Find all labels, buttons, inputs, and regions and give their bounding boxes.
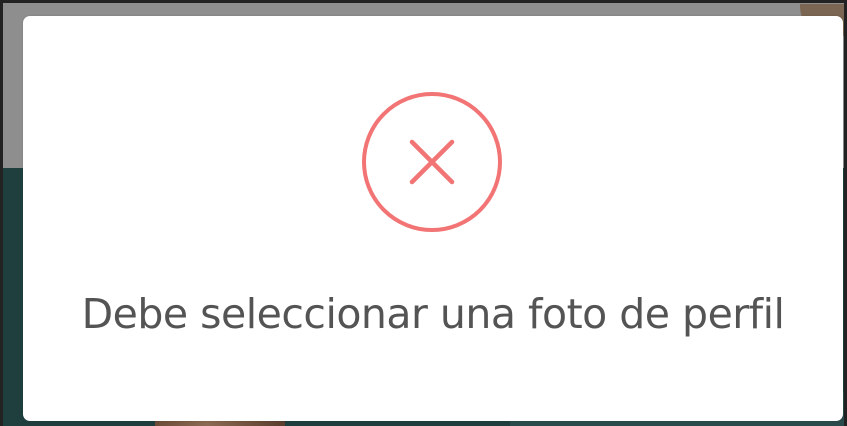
error-dialog: Debe seleccionar una foto de perfil <box>23 16 843 421</box>
error-x-circle-icon <box>362 92 502 232</box>
x-mark-icon <box>409 139 455 185</box>
error-message: Debe seleccionar una foto de perfil <box>81 290 785 338</box>
